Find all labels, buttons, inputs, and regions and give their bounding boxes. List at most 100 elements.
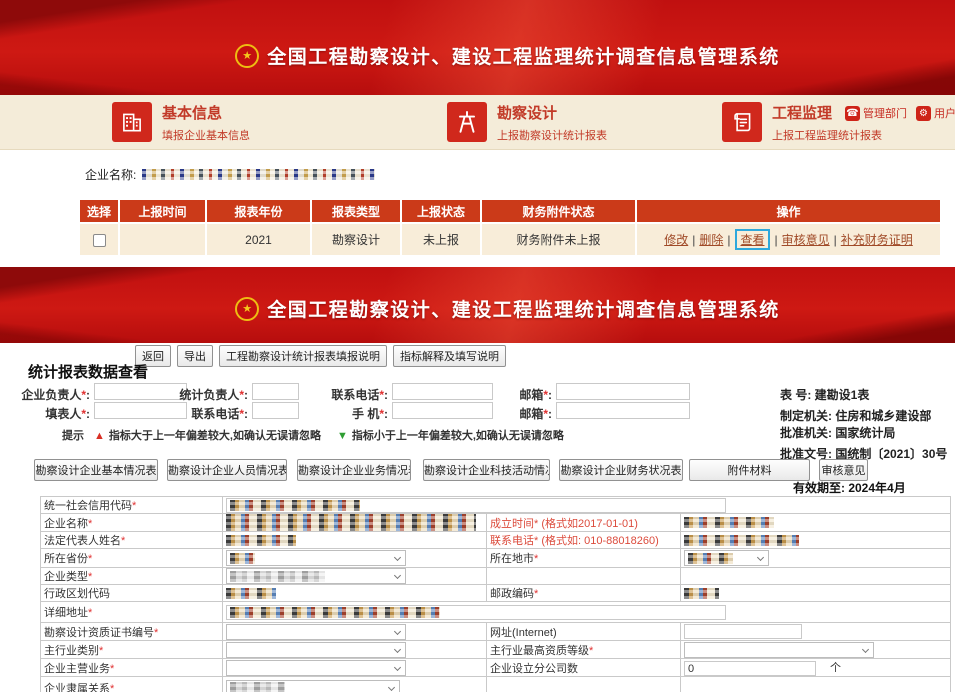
required-star: * [132, 500, 136, 512]
section-tab[interactable]: 勘察设计企业财务状况表 [559, 459, 683, 481]
detail-form-row: 法定代表人姓名*联系电话* (格式如: 010-88018260) [41, 532, 951, 549]
field-label: 勘察设计资质证书编号* [41, 623, 223, 641]
field-value [223, 514, 487, 532]
field-label [487, 568, 681, 585]
text-input[interactable] [684, 624, 802, 639]
dropdown[interactable] [684, 550, 769, 566]
contact-input[interactable] [392, 383, 493, 400]
report-col-header: 操作 [636, 199, 941, 223]
header-banner-2: ★ 全国工程勘察设计、建设工程监理统计调查信息管理系统 [0, 267, 955, 343]
nav-item-subtitle: 填报企业基本信息 [162, 127, 250, 143]
section-tab[interactable]: 勘察设计企业科技活动情况表 [423, 459, 550, 481]
redacted-value [684, 517, 774, 528]
dropdown[interactable] [684, 642, 874, 658]
section-tab[interactable]: 勘察设计企业基本情况表 [34, 459, 158, 481]
format-hint: (格式如: 010-88018260) [538, 535, 658, 547]
company-name-redacted [142, 169, 375, 180]
report-col-header: 上报状态 [401, 199, 481, 223]
dropdown[interactable] [226, 642, 406, 658]
action-separator: | [692, 233, 695, 247]
required-star: * [88, 571, 92, 583]
row-checkbox[interactable] [93, 234, 106, 247]
section-tab[interactable]: 勘察设计企业人员情况表 [167, 459, 287, 481]
contact-input[interactable] [252, 402, 299, 419]
redacted-value [226, 588, 276, 599]
nav-item-subtitle: 上报工程监理统计报表 [772, 127, 882, 143]
national-emblem-icon: ★ [235, 297, 259, 321]
toolbar-button[interactable]: 导出 [177, 345, 213, 367]
system-title-2: 全国工程勘察设计、建设工程监理统计调查信息管理系统 [267, 295, 780, 322]
nav-item-text: 基本信息填报企业基本信息 [162, 102, 250, 143]
detail-form-table: 统一社会信用代码*企业名称*成立时间* (格式如2017-01-01)法定代表人… [40, 496, 951, 692]
field-label: 所在地市* [487, 549, 681, 568]
required-star: * [534, 553, 538, 565]
nav-item-2[interactable]: 勘察设计上报勘察设计统计报表 [447, 102, 607, 143]
text-input[interactable] [226, 605, 726, 620]
report-col-header: 上报时间 [119, 199, 206, 223]
chevron-down-icon [394, 663, 401, 670]
chevron-down-icon [757, 554, 764, 561]
section-tab[interactable]: 审核意见 [819, 459, 868, 481]
nav-item-title: 基本信息 [162, 102, 250, 123]
detail-form-row: 所在省份* 所在地市* [41, 549, 951, 568]
contact-input[interactable] [392, 402, 493, 419]
field-label: 详细地址* [41, 602, 223, 623]
gear-icon: ⚙ [916, 106, 931, 121]
detail-form-row: 勘察设计资质证书编号*网址(Internet) [41, 623, 951, 641]
report-table-row: 2021勘察设计未上报财务附件未上报修改|删除|查看|审核意见|补充财务证明 [79, 223, 941, 256]
compass-icon [447, 102, 487, 142]
quick-link[interactable]: ⚙用户设 [916, 105, 955, 121]
contact-label: 手 机*: [308, 405, 388, 422]
required-star: * [543, 407, 548, 421]
field-value [223, 568, 487, 585]
tips-down-text: 指标小于上一年偏差较大,如确认无误请忽略 [352, 430, 564, 442]
dropdown[interactable] [226, 624, 406, 640]
contact-input[interactable] [556, 402, 690, 419]
report-cell-type: 勘察设计 [311, 223, 401, 256]
redacted-value [226, 514, 476, 531]
chevron-down-icon [388, 683, 395, 690]
report-table-header: 选择上报时间报表年份报表类型上报状态财务附件状态操作 [79, 199, 941, 223]
field-label: 企业名称* [41, 514, 223, 532]
form-meta-line: 制定机关: 住房和城乡建设部 [780, 407, 931, 424]
text-input[interactable]: 0 [684, 661, 816, 676]
toolbar-button[interactable]: 指标解释及填写说明 [393, 345, 506, 367]
section-tab[interactable]: 勘察设计企业业务情况表 [297, 459, 411, 481]
action-separator: | [727, 233, 730, 247]
report-col-header: 选择 [79, 199, 119, 223]
required-star: * [543, 388, 548, 402]
field-value [681, 641, 951, 659]
contact-label: 企业负责人*: [10, 386, 90, 403]
required-star: * [99, 645, 103, 657]
contact-input[interactable] [252, 383, 299, 400]
required-star: * [589, 645, 593, 657]
quick-link[interactable]: ☎管理部门 [845, 105, 907, 121]
required-star: * [81, 407, 86, 421]
action-link[interactable]: 查看 [740, 233, 764, 247]
section-tab[interactable]: 附件材料 [689, 459, 810, 481]
action-link[interactable]: 审核意见 [782, 233, 830, 247]
redacted-value [230, 500, 360, 511]
dropdown[interactable] [226, 568, 406, 584]
dropdown[interactable] [226, 660, 406, 676]
contact-label: 填表人*: [10, 405, 90, 422]
toolbar-button[interactable]: 工程勘察设计统计报表填报说明 [219, 345, 387, 367]
action-link[interactable]: 修改 [664, 233, 688, 247]
field-label [487, 677, 681, 692]
field-label: 所在省份* [41, 549, 223, 568]
action-link[interactable]: 补充财务证明 [841, 233, 913, 247]
nav-item-1[interactable]: 基本信息填报企业基本信息 [112, 102, 250, 143]
dropdown[interactable] [226, 680, 400, 692]
dropdown[interactable] [226, 550, 406, 566]
detail-form-row: 企业主营业务*企业设立分公司数0个 [41, 659, 951, 677]
report-col-header: 报表类型 [311, 199, 401, 223]
contact-input[interactable] [556, 383, 690, 400]
field-label: 法定代表人姓名* [41, 532, 223, 549]
building-icon [112, 102, 152, 142]
required-star: * [88, 553, 92, 565]
action-link[interactable]: 删除 [699, 233, 723, 247]
form-meta-line: 表 号: 建勘设1表 [780, 386, 869, 403]
contact-label: 邮箱*: [500, 386, 552, 403]
contact-label: 邮箱*: [500, 405, 552, 422]
text-input[interactable] [226, 498, 726, 513]
